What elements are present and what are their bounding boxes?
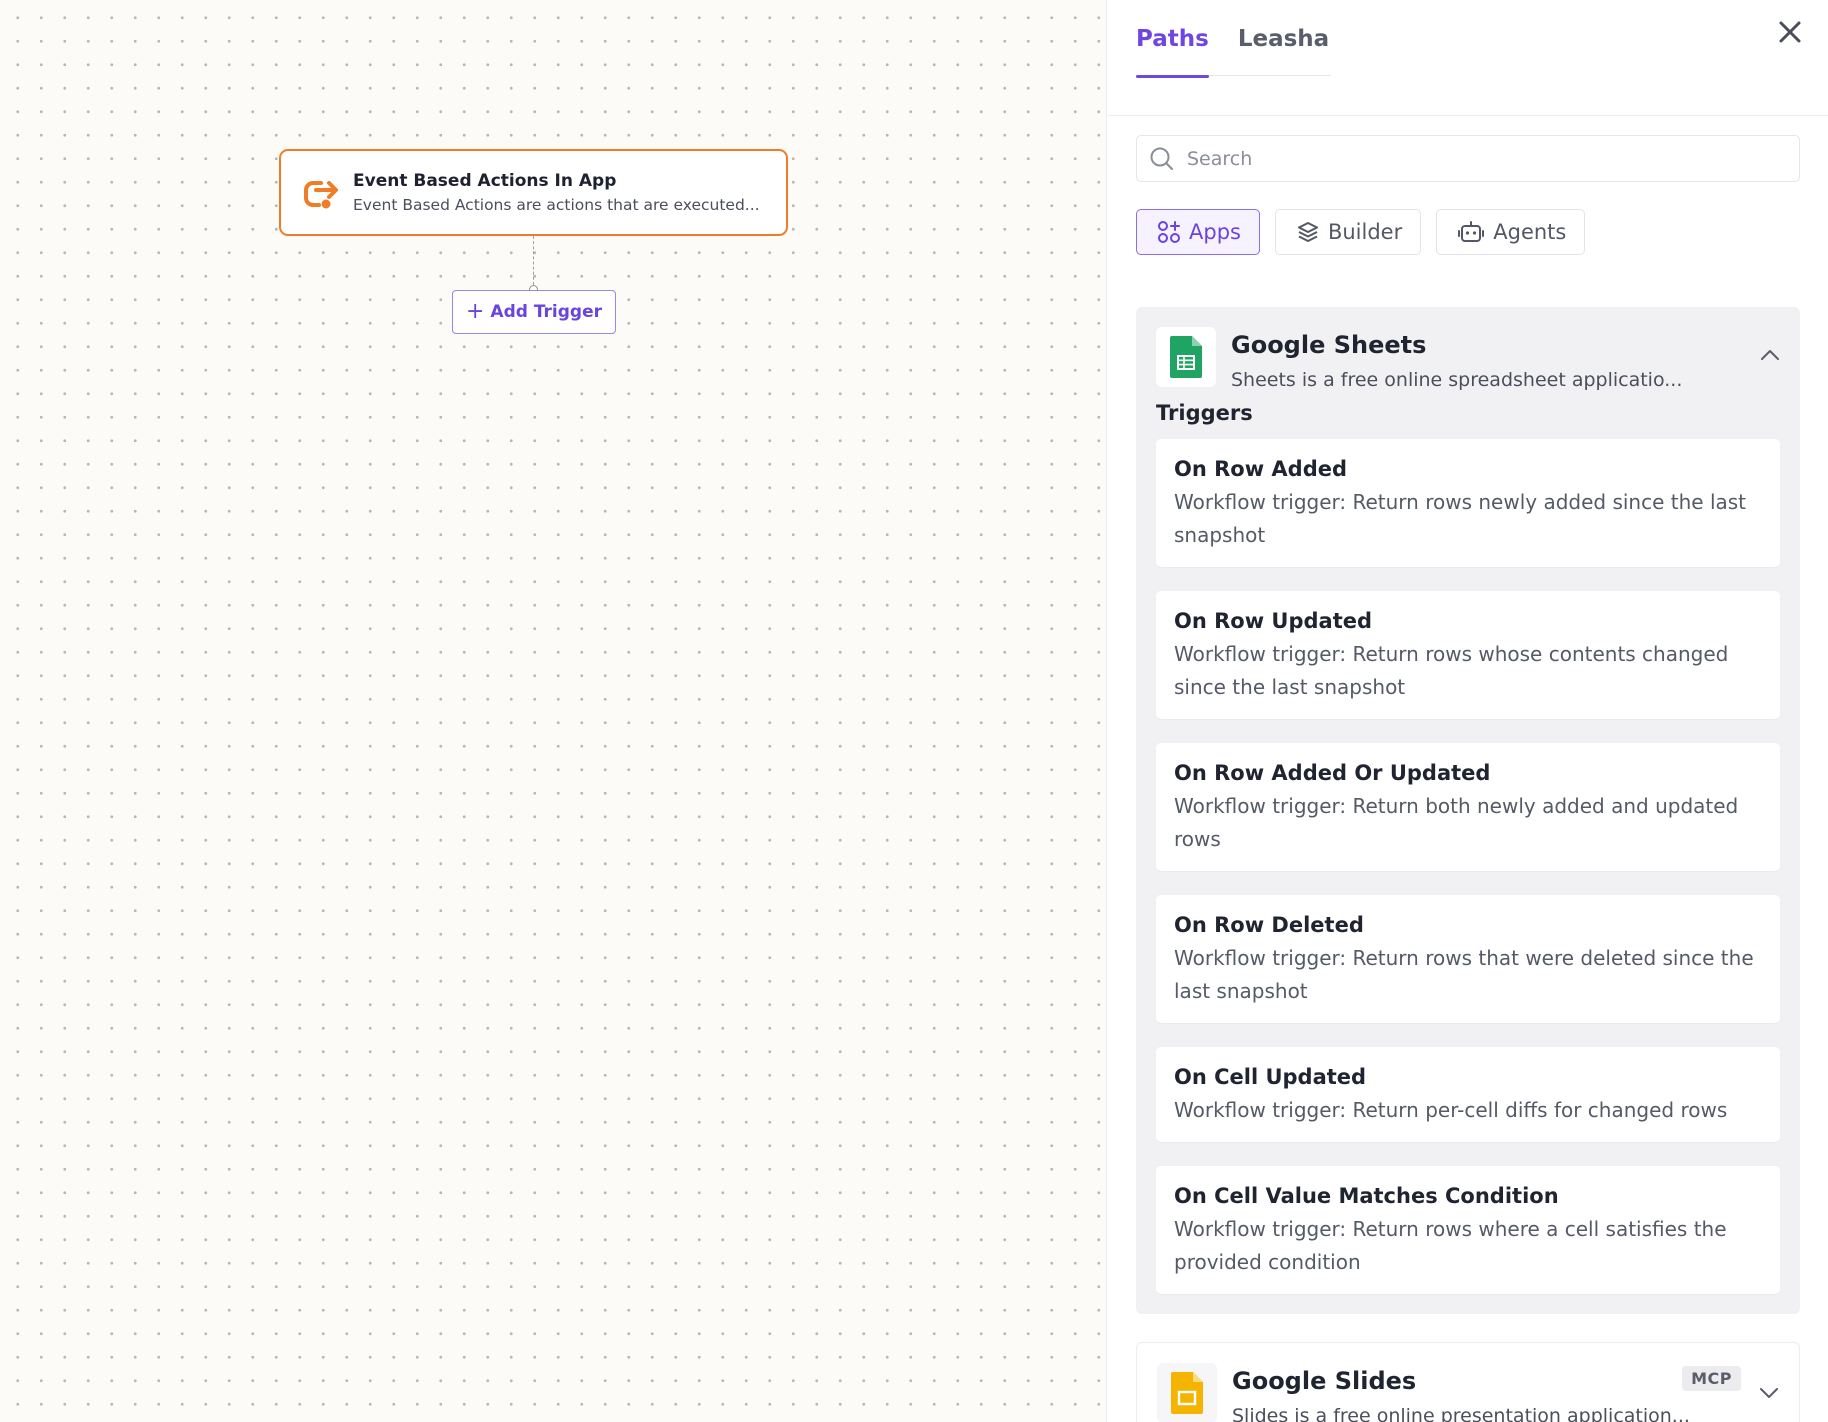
triggers-section-label: Triggers <box>1156 401 1253 425</box>
app-list: Google Sheets Sheets is a free online sp… <box>1136 307 1800 1422</box>
side-panel: Paths Leasha Apps Bui <box>1108 0 1828 1422</box>
workflow-canvas[interactable]: Event Based Actions In App Event Based A… <box>0 0 1107 1422</box>
trigger-on-row-updated[interactable]: On Row Updated Workflow trigger: Return … <box>1156 591 1780 719</box>
google-slides-icon <box>1157 1363 1217 1422</box>
apps-icon <box>1158 221 1180 243</box>
search-icon <box>1150 147 1173 170</box>
mcp-badge: MCP <box>1682 1366 1741 1391</box>
google-sheets-icon <box>1156 327 1216 387</box>
filter-builder-label: Builder <box>1327 220 1403 244</box>
close-icon[interactable] <box>1774 16 1806 48</box>
trigger-description: Workflow trigger: Return rows newly adde… <box>1174 490 1747 547</box>
node-title: Event Based Actions In App <box>353 171 617 191</box>
trigger-title: On Row Updated <box>1174 609 1373 633</box>
chevron-down-icon[interactable] <box>1759 1387 1779 1399</box>
robot-icon <box>1458 221 1485 242</box>
workflow-node-event-based-actions[interactable]: Event Based Actions In App Event Based A… <box>279 149 788 236</box>
app-card-google-sheets: Google Sheets Sheets is a free online sp… <box>1136 307 1800 1314</box>
app-header[interactable]: Google Sheets Sheets is a free online sp… <box>1156 307 1780 391</box>
trigger-description: Workflow trigger: Return rows where a ce… <box>1174 1217 1727 1274</box>
event-trigger-icon <box>304 180 338 208</box>
builder-icon <box>1297 222 1318 242</box>
trigger-title: On Cell Updated <box>1174 1065 1367 1089</box>
trigger-title: On Row Added Or Updated <box>1174 761 1491 785</box>
trigger-on-cell-updated[interactable]: On Cell Updated Workflow trigger: Return… <box>1156 1047 1780 1142</box>
trigger-description: Workflow trigger: Return both newly adde… <box>1174 794 1739 851</box>
trigger-title: On Cell Value Matches Condition <box>1174 1184 1559 1208</box>
node-connector-line <box>533 236 534 290</box>
google-sheets-logo <box>1170 336 1202 378</box>
google-slides-logo <box>1171 1372 1203 1414</box>
tab-leasha[interactable]: Leasha <box>1238 0 1331 76</box>
app-description: Sheets is a free online spreadsheet appl… <box>1231 369 1683 391</box>
trigger-on-row-deleted[interactable]: On Row Deleted Workflow trigger: Return … <box>1156 895 1780 1023</box>
panel-divider <box>1108 115 1828 116</box>
trigger-title: On Row Deleted <box>1174 913 1364 937</box>
search-input[interactable] <box>1187 147 1767 170</box>
filter-chips: Apps Builder Agents <box>1136 209 1586 255</box>
filter-agents-label: Agents <box>1493 220 1567 244</box>
trigger-on-cell-value-matches-condition[interactable]: On Cell Value Matches Condition Workflow… <box>1156 1166 1780 1294</box>
filter-apps-label: Apps <box>1189 220 1241 244</box>
trigger-description: Workflow trigger: Return rows whose cont… <box>1174 642 1729 699</box>
trigger-on-row-added[interactable]: On Row Added Workflow trigger: Return ro… <box>1156 439 1780 567</box>
filter-builder-button[interactable]: Builder <box>1274 209 1422 255</box>
app-name: Google Slides <box>1232 1367 1417 1395</box>
app-name: Google Sheets <box>1231 331 1427 359</box>
panel-tabs: Paths Leasha <box>1136 0 1332 78</box>
trigger-description: Workflow trigger: Return per-cell diffs … <box>1174 1098 1728 1122</box>
add-trigger-button[interactable]: + Add Trigger <box>452 290 616 334</box>
add-trigger-label: Add Trigger <box>490 302 603 322</box>
app-description: Slides is a free online presentation app… <box>1232 1405 1690 1422</box>
plus-icon: + <box>465 299 485 324</box>
filter-agents-button[interactable]: Agents <box>1436 209 1586 255</box>
trigger-on-row-added-or-updated[interactable]: On Row Added Or Updated Workflow trigger… <box>1156 743 1780 871</box>
trigger-description: Workflow trigger: Return rows that were … <box>1174 946 1754 1003</box>
chevron-up-icon[interactable] <box>1760 349 1780 361</box>
trigger-title: On Row Added <box>1174 457 1348 481</box>
node-description: Event Based Actions are actions that are… <box>353 196 760 214</box>
filter-apps-button[interactable]: Apps <box>1136 209 1260 255</box>
app-card-google-slides[interactable]: Google Slides Slides is a free online pr… <box>1136 1342 1800 1422</box>
tab-paths[interactable]: Paths <box>1136 0 1209 78</box>
search-box[interactable] <box>1136 135 1800 182</box>
